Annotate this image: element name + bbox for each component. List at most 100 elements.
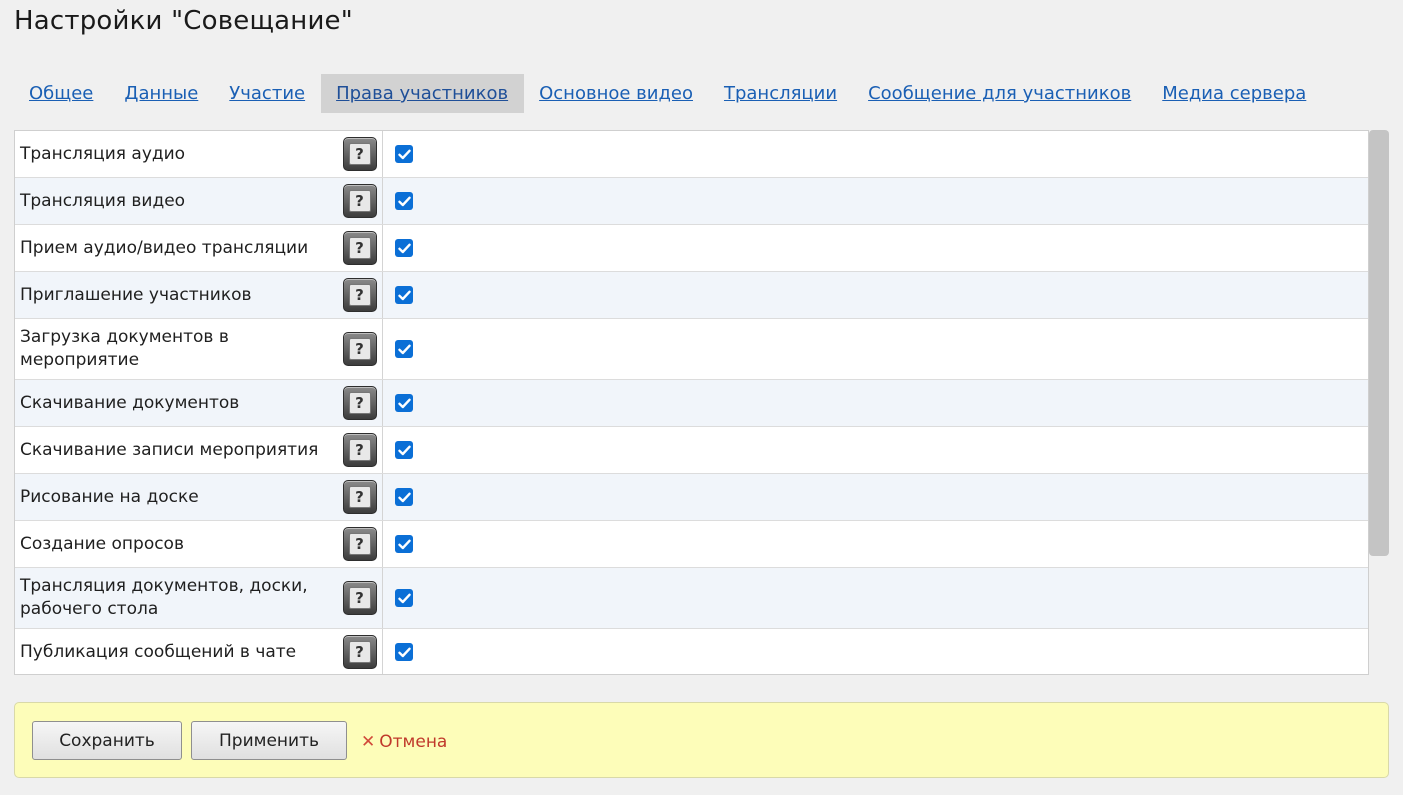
checkmark-icon (397, 243, 411, 253)
checkmark-icon (397, 492, 411, 502)
permission-label: Приглашение участников (20, 284, 252, 305)
question-mark-icon: ? (348, 237, 371, 259)
checkmark-icon (397, 647, 411, 657)
checkbox-cell (383, 441, 413, 459)
checkbox-cell (383, 340, 413, 358)
permission-checkbox[interactable] (395, 643, 413, 661)
permission-label: Загрузка документов в мероприятие (20, 327, 229, 370)
checkbox-cell (383, 643, 413, 661)
help-icon[interactable]: ? (342, 433, 377, 467)
permission-checkbox[interactable] (395, 192, 413, 210)
apply-button[interactable]: Применить (191, 721, 347, 760)
permission-checkbox[interactable] (395, 145, 413, 163)
checkbox-cell (383, 145, 413, 163)
permission-row: Трансляция видео? (15, 178, 1368, 225)
checkmark-icon (397, 539, 411, 549)
help-cell: ? (337, 131, 383, 177)
page-title: Настройки "Совещание" (14, 6, 353, 36)
permissions-panel: Трансляция аудио? Трансляция видео? Прием … (14, 130, 1369, 675)
permission-checkbox[interactable] (395, 394, 413, 412)
help-icon[interactable]: ? (342, 581, 377, 615)
help-cell: ? (337, 319, 383, 379)
save-button[interactable]: Сохранить (32, 721, 182, 760)
question-mark-icon: ? (348, 284, 371, 306)
checkbox-cell (383, 239, 413, 257)
tab-participation[interactable]: Участие (214, 74, 321, 113)
permission-label: Скачивание записи мероприятия (20, 439, 319, 460)
cancel-label: Отмена (379, 732, 448, 752)
question-mark-icon: ? (348, 641, 371, 663)
permission-checkbox[interactable] (395, 488, 413, 506)
help-icon[interactable]: ? (342, 231, 377, 265)
question-mark-icon: ? (348, 533, 371, 555)
question-mark-icon: ? (348, 143, 371, 165)
permission-row: Трансляция аудио? (15, 131, 1368, 178)
permission-row: Публикация сообщений в чате? (15, 629, 1368, 674)
help-icon[interactable]: ? (342, 332, 377, 366)
help-cell: ? (337, 427, 383, 473)
checkmark-icon (397, 196, 411, 206)
checkmark-icon (397, 149, 411, 159)
permission-row: Создание опросов? (15, 521, 1368, 568)
help-icon[interactable]: ? (342, 137, 377, 171)
checkmark-icon (397, 445, 411, 455)
help-cell: ? (337, 629, 383, 674)
permission-label: Трансляция видео (20, 190, 186, 211)
permission-checkbox[interactable] (395, 535, 413, 553)
checkmark-icon (397, 593, 411, 603)
checkmark-icon (397, 344, 411, 354)
help-icon[interactable]: ? (342, 480, 377, 514)
permission-label: Скачивание документов (20, 392, 240, 413)
help-cell: ? (337, 178, 383, 224)
close-icon: ✕ (361, 732, 376, 752)
help-icon[interactable]: ? (342, 527, 377, 561)
checkbox-cell (383, 589, 413, 607)
checkbox-cell (383, 488, 413, 506)
checkbox-cell (383, 192, 413, 210)
question-mark-icon: ? (348, 190, 371, 212)
permission-row: Скачивание документов? (15, 380, 1368, 427)
tab-participant-message[interactable]: Сообщение для участников (853, 74, 1147, 113)
question-mark-icon: ? (348, 338, 371, 360)
permission-row: Трансляция документов, доски, рабочего с… (15, 568, 1368, 629)
tab-data[interactable]: Данные (109, 74, 214, 113)
checkbox-cell (383, 286, 413, 304)
help-cell: ? (337, 521, 383, 567)
question-mark-icon: ? (348, 439, 371, 461)
help-icon[interactable]: ? (342, 184, 377, 218)
permission-checkbox[interactable] (395, 589, 413, 607)
permission-label: Прием аудио/видео трансляции (20, 237, 309, 258)
tab-participant-rights[interactable]: Права участников (321, 74, 525, 113)
help-cell: ? (337, 272, 383, 318)
tab-general[interactable]: Общее (14, 74, 109, 113)
help-cell: ? (337, 474, 383, 520)
permission-checkbox[interactable] (395, 441, 413, 459)
checkbox-cell (383, 394, 413, 412)
tab-media-servers[interactable]: Медиа сервера (1147, 74, 1322, 113)
permission-label: Создание опросов (20, 533, 184, 554)
permissions-list: Трансляция аудио? Трансляция видео? Прием … (15, 131, 1368, 674)
permission-checkbox[interactable] (395, 340, 413, 358)
help-icon[interactable]: ? (342, 386, 377, 420)
permission-checkbox[interactable] (395, 286, 413, 304)
tab-main-video[interactable]: Основное видео (524, 74, 709, 113)
scrollbar-thumb[interactable] (1369, 130, 1389, 556)
help-cell: ? (337, 568, 383, 628)
permission-row: Прием аудио/видео трансляции? (15, 225, 1368, 272)
question-mark-icon: ? (348, 392, 371, 414)
permission-checkbox[interactable] (395, 239, 413, 257)
permission-label: Рисование на доске (20, 486, 199, 507)
cancel-link[interactable]: ✕ Отмена (361, 732, 447, 752)
tab-broadcasts[interactable]: Трансляции (709, 74, 853, 113)
checkmark-icon (397, 398, 411, 408)
help-cell: ? (337, 225, 383, 271)
help-cell: ? (337, 380, 383, 426)
question-mark-icon: ? (348, 486, 371, 508)
permission-row: Скачивание записи мероприятия? (15, 427, 1368, 474)
checkmark-icon (397, 290, 411, 300)
checkbox-cell (383, 535, 413, 553)
permission-label: Трансляция документов, доски, рабочего с… (20, 576, 308, 619)
help-icon[interactable]: ? (342, 635, 377, 669)
permission-row: Рисование на доске? (15, 474, 1368, 521)
help-icon[interactable]: ? (342, 278, 377, 312)
